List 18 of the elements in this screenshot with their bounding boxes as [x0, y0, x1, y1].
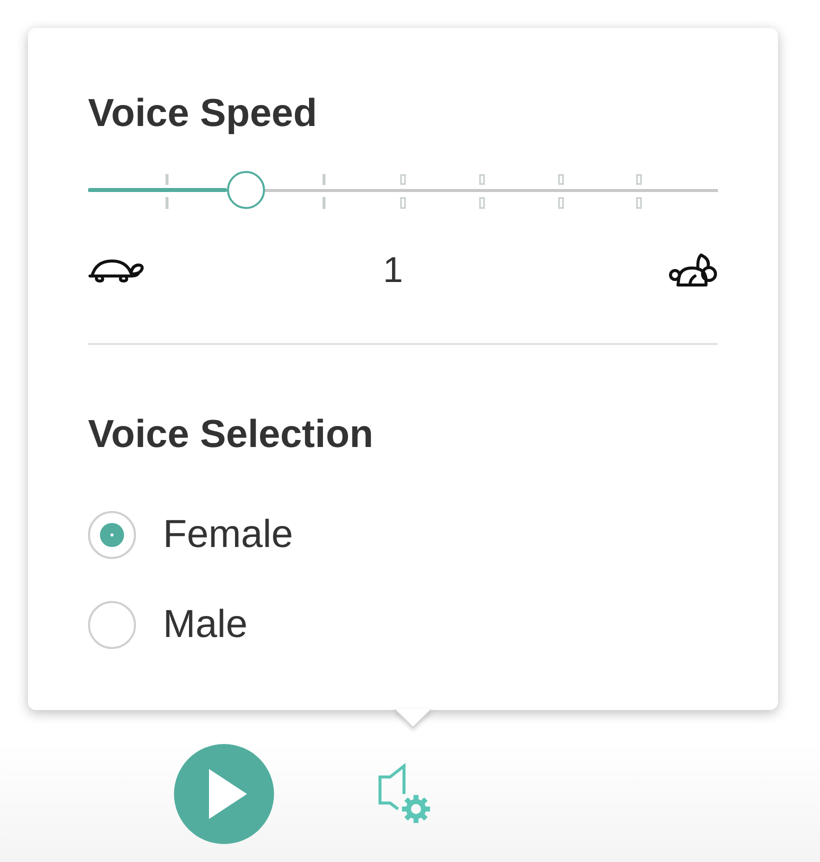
section-title: Voice Selection — [88, 413, 374, 456]
radio-button[interactable] — [88, 511, 136, 559]
play-icon — [209, 769, 247, 819]
tick-mark — [321, 174, 328, 210]
option-label: Female — [163, 512, 294, 558]
speaker-settings-icon — [378, 763, 432, 825]
radio-button[interactable] — [88, 601, 136, 649]
section-title: Voice Speed — [88, 92, 318, 135]
voice-settings-button[interactable] — [378, 763, 432, 825]
tick-mark — [164, 174, 170, 210]
tick-mark — [558, 174, 564, 210]
rabbit-icon — [668, 252, 718, 286]
slider-thumb[interactable] — [226, 171, 264, 209]
speed-value: 1 — [382, 248, 404, 291]
tick-mark — [636, 174, 642, 210]
tick-mark — [478, 174, 485, 210]
tick-mark — [400, 174, 406, 210]
option-label: Male — [163, 602, 248, 648]
